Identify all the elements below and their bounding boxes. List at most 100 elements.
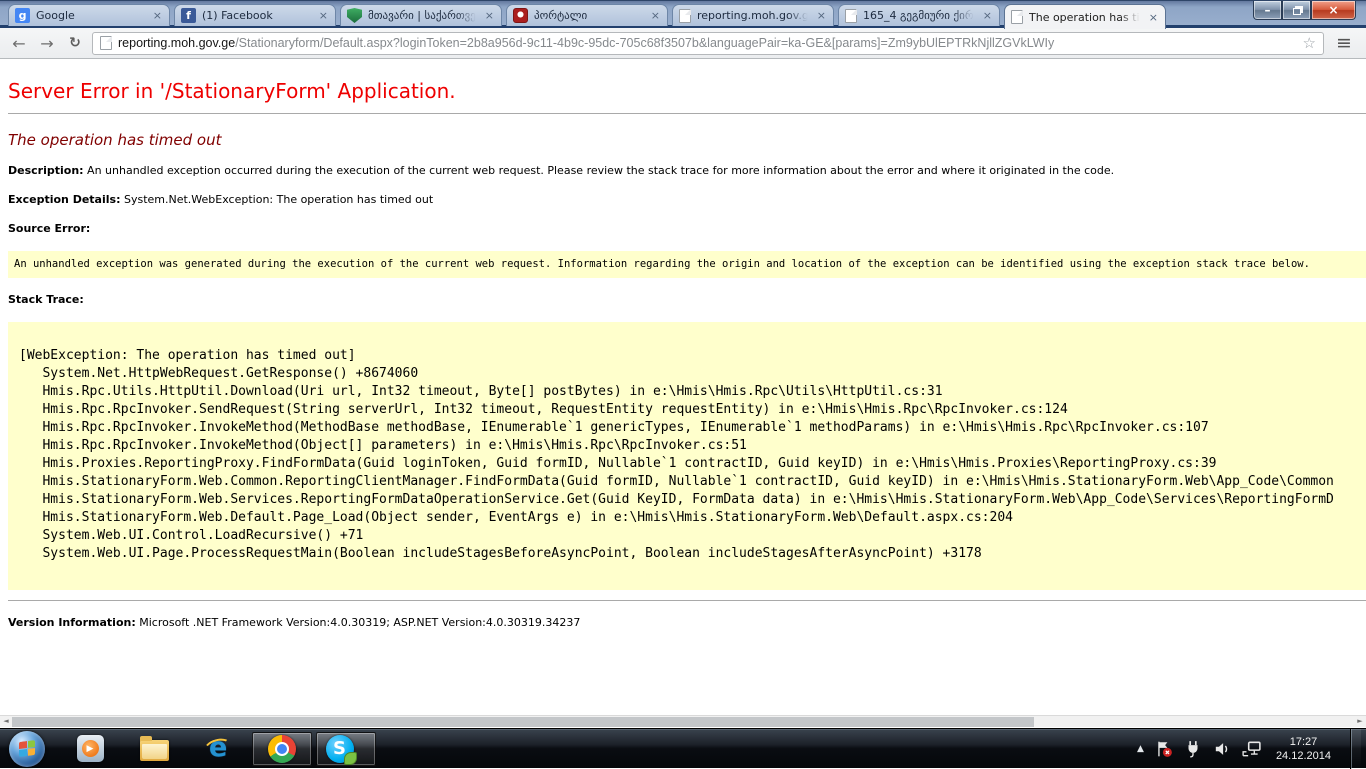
page-title: Server Error in '/StationaryForm' Applic…: [8, 79, 1358, 103]
page-favicon-icon: [679, 9, 691, 23]
tab-strip[interactable]: g Google × f (1) Facebook × მთავარი | სა…: [0, 0, 1366, 25]
version-text: Microsoft .NET Framework Version:4.0.303…: [139, 616, 580, 629]
skype-status-overlay-icon: [344, 752, 357, 765]
media-player-icon: ▶: [77, 735, 104, 762]
tab-close-icon[interactable]: ×: [152, 9, 163, 22]
browser-window: g Google × f (1) Facebook × მთავარი | სა…: [0, 0, 1366, 727]
shield-favicon-icon: [347, 8, 362, 23]
action-center-flag-icon[interactable]: [1155, 740, 1173, 758]
taskbar-clock[interactable]: 17:27 24.12.2014: [1276, 735, 1331, 763]
tab-close-icon[interactable]: ×: [484, 9, 495, 22]
scroll-left-icon[interactable]: ◄: [0, 716, 12, 727]
windows-logo-icon: [19, 740, 35, 757]
ie-swoosh: [202, 735, 234, 759]
tab-close-icon[interactable]: ×: [650, 9, 661, 22]
taskbar: ▶ e S ▲: [0, 728, 1366, 768]
tab-title: The operation has tim: [1029, 11, 1142, 24]
chrome-icon: [268, 735, 296, 763]
stack-trace-label: Stack Trace:: [8, 293, 84, 306]
tab-mtavari[interactable]: მთავარი | საქართვე ×: [340, 4, 502, 26]
page-icon: [100, 36, 112, 50]
taskbar-media-player-button[interactable]: ▶: [60, 732, 120, 766]
page-subtitle: The operation has timed out: [8, 131, 1358, 149]
system-tray: ▲: [1137, 729, 1366, 769]
close-window-button[interactable]: ×: [1311, 1, 1356, 20]
reload-button[interactable]: ↻: [64, 35, 86, 51]
tab-title: (1) Facebook: [202, 9, 312, 22]
tab-close-icon[interactable]: ×: [318, 9, 329, 22]
tab-portali[interactable]: პორტალი ×: [506, 4, 668, 26]
start-button[interactable]: [9, 731, 45, 767]
exception-line: Exception Details: System.Net.WebExcepti…: [8, 193, 1358, 207]
tab-facebook[interactable]: f (1) Facebook ×: [174, 4, 336, 26]
facebook-favicon-icon: f: [181, 8, 196, 23]
error-page: Server Error in '/StationaryForm' Applic…: [0, 59, 1366, 715]
forward-button[interactable]: →: [36, 34, 58, 53]
tab-close-icon[interactable]: ×: [982, 9, 993, 22]
page-viewport: Server Error in '/StationaryForm' Applic…: [0, 59, 1366, 727]
crest-favicon-icon: [513, 8, 528, 23]
google-favicon-icon: g: [15, 8, 30, 23]
exception-label: Exception Details:: [8, 193, 120, 206]
tray-expand-icon[interactable]: ▲: [1137, 744, 1144, 754]
exception-text: System.Net.WebException: The operation h…: [124, 193, 433, 206]
url-text: reporting.moh.gov.ge/Stationaryform/Defa…: [118, 36, 1297, 50]
tab-title: პორტალი: [534, 9, 644, 22]
page-favicon-icon: [845, 9, 857, 23]
tab-close-icon[interactable]: ×: [1148, 11, 1159, 24]
tab-title: Google: [36, 9, 146, 22]
volume-icon[interactable]: [1213, 740, 1231, 758]
version-line: Version Information: Microsoft .NET Fram…: [8, 616, 1358, 630]
play-icon: ▶: [82, 740, 99, 757]
source-error-text: An unhandled exception was generated dur…: [8, 251, 1366, 278]
restore-icon: [1293, 8, 1301, 15]
tab-title: reporting.moh.gov.ge: [697, 9, 810, 22]
tab-165-4[interactable]: 165_4 გეგმიური ქირუ ×: [838, 4, 1000, 26]
scroll-right-icon[interactable]: ►: [1354, 716, 1366, 727]
bookmark-star-icon[interactable]: ☆: [1303, 34, 1316, 52]
tab-active-operation-timed-out[interactable]: The operation has tim ×: [1004, 4, 1166, 29]
description-text: An unhandled exception occurred during t…: [87, 164, 1114, 177]
clock-time: 17:27: [1276, 735, 1331, 749]
horizontal-scrollbar[interactable]: ◄ ►: [0, 715, 1366, 727]
network-icon[interactable]: [1242, 740, 1261, 758]
show-desktop-button[interactable]: [1350, 729, 1361, 769]
tab-close-icon[interactable]: ×: [816, 9, 827, 22]
stack-trace-box: [WebException: The operation has timed o…: [8, 322, 1366, 590]
restore-button[interactable]: [1282, 1, 1311, 20]
source-error-label: Source Error:: [8, 222, 90, 235]
chrome-menu-icon[interactable]: ≡: [1330, 32, 1358, 54]
divider: [8, 113, 1366, 114]
tab-reporting[interactable]: reporting.moh.gov.ge ×: [672, 4, 834, 26]
stack-trace-heading: Stack Trace:: [8, 293, 1358, 307]
source-error-heading: Source Error:: [8, 222, 1358, 236]
folder-icon: [140, 740, 169, 761]
taskbar-explorer-button[interactable]: [124, 732, 184, 766]
taskbar-skype-button[interactable]: S: [316, 732, 376, 766]
stack-trace-text: [WebException: The operation has timed o…: [8, 322, 1366, 590]
desktop: g Google × f (1) Facebook × მთავარი | სა…: [0, 0, 1366, 768]
url-path: /Stationaryform/Default.aspx?loginToken=…: [235, 36, 1054, 50]
tab-title: მთავარი | საქართვე: [368, 9, 478, 22]
taskbar-chrome-button[interactable]: [252, 732, 312, 766]
source-error-box: An unhandled exception was generated dur…: [8, 251, 1366, 278]
description-label: Description:: [8, 164, 84, 177]
divider: [8, 600, 1366, 601]
address-bar[interactable]: reporting.moh.gov.ge/Stationaryform/Defa…: [92, 32, 1324, 55]
clock-date: 24.12.2014: [1276, 749, 1331, 763]
tab-google[interactable]: g Google ×: [8, 4, 170, 26]
description-line: Description: An unhandled exception occu…: [8, 164, 1358, 178]
taskbar-internet-explorer-button[interactable]: e: [188, 732, 248, 766]
internet-explorer-icon: e: [203, 734, 233, 764]
minimize-button[interactable]: –: [1253, 1, 1282, 20]
scrollbar-thumb[interactable]: [12, 717, 1034, 727]
chrome-dot: [277, 744, 287, 754]
page-favicon-icon: [1011, 10, 1023, 24]
tabs-container: g Google × f (1) Facebook × მთავარი | სა…: [8, 4, 1170, 26]
tab-title: 165_4 გეგმიური ქირუ: [863, 9, 976, 22]
browser-toolbar: ← → ↻ reporting.moh.gov.ge/Stationaryfor…: [0, 28, 1366, 59]
power-plug-icon[interactable]: [1184, 740, 1202, 758]
url-host: reporting.moh.gov.ge: [118, 36, 235, 50]
back-button[interactable]: ←: [8, 34, 30, 53]
version-label: Version Information:: [8, 616, 136, 629]
